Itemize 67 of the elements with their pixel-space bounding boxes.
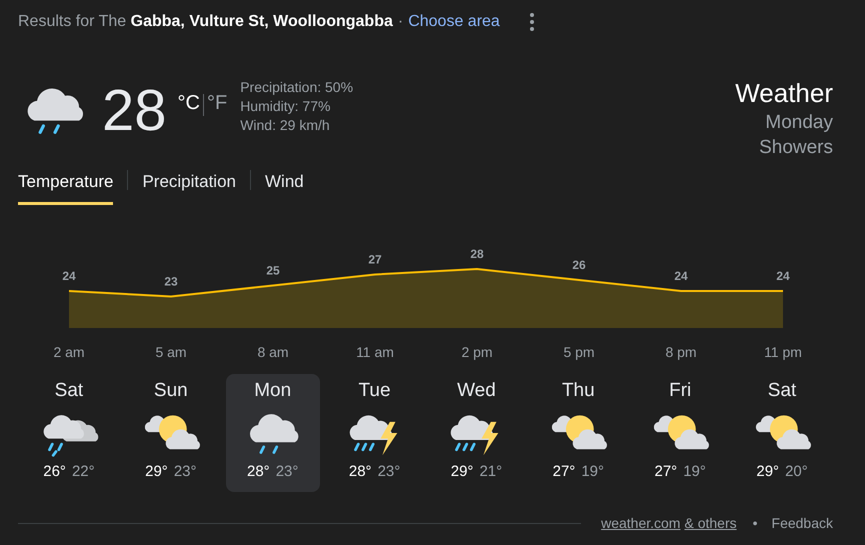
high-temperature: 29° [756,463,780,480]
data-label: 24 [62,269,76,283]
low-temperature: 19° [581,463,604,480]
unit-toggle[interactable]: °C [174,92,203,115]
weather-detail: Humidity: 77% [240,97,332,116]
day-forecast[interactable]: Sat 26° 22° [22,374,116,492]
day-name: Sun [154,380,188,402]
weather-detail: Wind: 29 km/h [240,116,331,135]
data-label: 24 [674,269,688,283]
axis-label: 5 pm [563,344,595,360]
location-text: Results for The Gabba, Vulture St, Woolloongabba [18,13,393,31]
high-temperature: 29° [450,463,474,480]
low-temperature: 21° [479,463,502,480]
weather-detail: Precipitation: 50% [240,78,354,97]
high-temperature: 29° [145,463,168,480]
data-label: 28 [470,247,484,261]
day-name: Fri [669,380,692,402]
high-temperature: 27° [654,463,678,480]
high-temperature: 28° [348,463,372,480]
low-temperature: 23° [378,463,400,480]
source-link[interactable]: & others [684,515,737,531]
low-temperature: 20° [785,463,808,480]
day-name: Thu [562,380,595,402]
day-name: Mon [254,380,292,402]
axis-label: 5 am [155,344,187,360]
day-name: Sat [768,380,796,402]
chart-tab[interactable]: Temperature [18,172,114,205]
low-temperature: 22° [72,463,95,480]
data-label: 23 [164,274,178,288]
axis-label: 2 pm [461,344,493,360]
axis-label: 2 am [53,344,85,360]
day-forecast[interactable]: Sun 29° 23° [124,374,218,492]
high-temperature: 26° [43,463,66,480]
separator-dot: · [398,13,404,31]
low-temperature: 23° [276,463,298,480]
data-label: 24 [776,269,790,283]
chart-tab[interactable]: Wind [265,172,304,205]
day-name: Wed [457,380,496,402]
axis-label: 11 pm [764,344,802,360]
high-temperature: 28° [247,463,270,480]
data-label: 25 [266,264,280,278]
day-forecast[interactable]: Tue 28° 23° [328,374,422,492]
low-temperature: 19° [683,463,706,480]
day-name: Sat [54,380,84,402]
day-name: Tue [358,380,391,402]
condition-label: Showers [759,137,833,159]
day-forecast[interactable]: Mon 28° 23° [226,374,320,492]
choose-area-link[interactable]: Choose area [408,13,500,31]
day-label: Monday [765,112,833,134]
day-forecast[interactable]: Sat 29° 20° [735,374,829,492]
axis-label: 8 am [257,344,289,360]
day-forecast[interactable]: Thu 27° 19° [531,374,626,492]
weather-title: Weather [735,78,833,109]
source-link[interactable]: weather.com [601,515,680,531]
data-label: 27 [368,252,382,266]
high-temperature: 27° [552,463,576,480]
data-label: 26 [572,258,586,272]
day-forecast[interactable]: Fri 27° 19° [633,374,728,492]
low-temperature: 23° [174,463,196,480]
axis-label: 11 am [356,344,394,360]
chart-tab[interactable]: Precipitation [142,172,236,205]
axis-label: 8 pm [665,344,697,360]
unit-toggle[interactable]: °F [204,92,230,115]
day-forecast[interactable]: Wed 29° 21° [430,374,524,492]
current-temperature: 28 [102,82,167,140]
separator-dot: • [752,515,758,531]
feedback-link[interactable]: Feedback [772,515,833,531]
